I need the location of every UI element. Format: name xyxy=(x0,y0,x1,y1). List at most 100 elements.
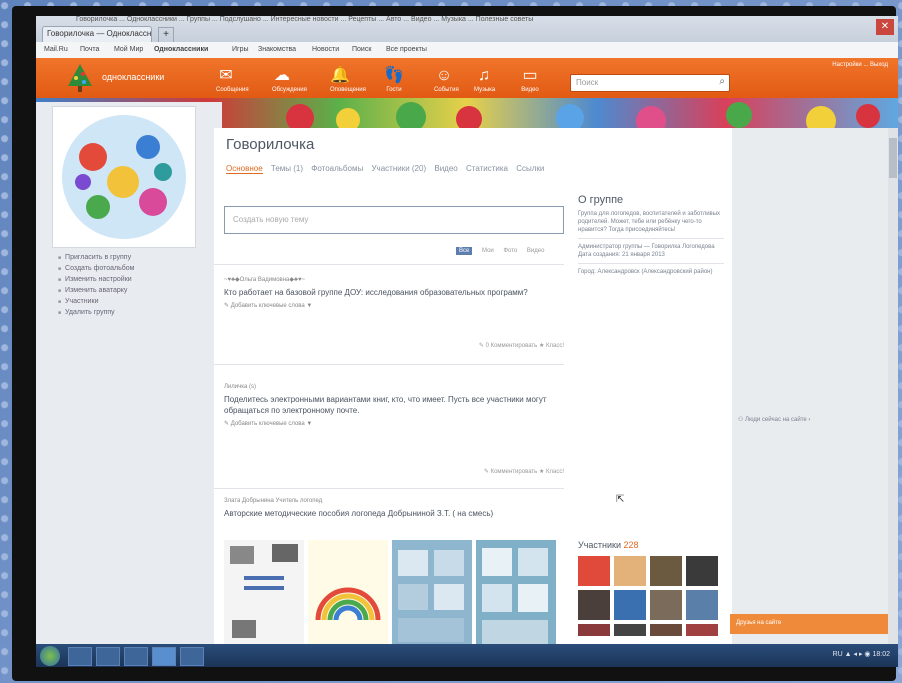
about-created: Дата создания: 21 января 2013 xyxy=(578,252,665,258)
menu-item-change-avatar[interactable]: Изменить аватарку xyxy=(58,285,134,296)
photo-thumbnail[interactable] xyxy=(308,540,388,650)
member-avatar[interactable] xyxy=(614,590,646,620)
menu-item-delete-group[interactable]: Удалить группу xyxy=(58,307,134,318)
system-tray[interactable]: RU ▲ ◂ ▸ ◉ 18:02 xyxy=(833,650,890,658)
bookmarks-bar: Mail.Ru Почта Мой Мир Одноклассники Игры… xyxy=(36,42,898,59)
tab-main[interactable]: Основное xyxy=(226,164,263,174)
group-avatar-image xyxy=(62,115,186,239)
member-avatar[interactable] xyxy=(578,590,610,620)
taskbar-app-icon[interactable] xyxy=(180,647,204,666)
group-tabs: Основное Темы (1) Фотоальбомы Участники … xyxy=(226,164,550,174)
scrollbar-thumb[interactable] xyxy=(889,138,897,178)
bookmark-item[interactable]: Mail.Ru xyxy=(44,46,68,53)
bookmark-item[interactable]: Поиск xyxy=(352,46,371,53)
post-text[interactable]: Авторские методические пособия логопеда … xyxy=(224,508,564,519)
friends-online-chat-bar[interactable]: Друзья на сайте xyxy=(730,614,888,634)
close-window-button[interactable]: ✕ xyxy=(876,19,894,35)
menu-item-settings[interactable]: Изменить настройки xyxy=(58,274,134,285)
browser-window: Говорилочка ... Одноклассники ... Группы… xyxy=(36,16,898,667)
taskbar-app-icon[interactable] xyxy=(96,647,120,666)
post-actions[interactable]: ✎ Комментировать ★ Класс! xyxy=(484,468,564,475)
search-icon[interactable]: ⌕ xyxy=(719,76,725,87)
feed-filters: Все Мои Фото Видео xyxy=(448,247,545,255)
start-button-icon[interactable] xyxy=(40,646,60,666)
mouse-cursor-icon: ⇱ xyxy=(616,494,625,505)
right-sidebar: ⚇ Люди сейчас на сайте › xyxy=(732,128,898,667)
add-keywords-link[interactable]: ✎ Добавить ключевые слова ▼ xyxy=(224,302,564,309)
people-online-link[interactable]: ⚇ Люди сейчас на сайте › xyxy=(738,416,810,423)
post-author[interactable]: Злата Добрынина Учитель логопед xyxy=(224,498,564,504)
post-actions[interactable]: ✎ 0 Комментировать ★ Класс! xyxy=(479,342,564,349)
new-topic-input[interactable]: Создать новую тему xyxy=(224,206,564,234)
member-avatar[interactable] xyxy=(650,590,682,620)
tab-topics[interactable]: Темы (1) xyxy=(271,164,303,173)
bookmark-item[interactable]: Новости xyxy=(312,46,339,53)
bookmark-item[interactable]: Игры xyxy=(232,46,249,53)
filter-video[interactable]: Видео xyxy=(527,248,545,254)
tab-stats[interactable]: Статистика xyxy=(466,164,508,173)
music-icon[interactable]: ♫ Музыка xyxy=(474,66,495,93)
member-avatar[interactable] xyxy=(614,624,646,636)
photo-thumbnail[interactable] xyxy=(476,540,556,650)
taskbar-app-icon[interactable] xyxy=(124,647,148,666)
filter-all[interactable]: Все xyxy=(456,247,473,255)
member-avatar[interactable] xyxy=(650,556,682,586)
top-right-links[interactable]: Настройки ... Выход xyxy=(832,62,888,68)
divider xyxy=(578,238,724,239)
member-avatar[interactable] xyxy=(686,556,718,586)
tab-members[interactable]: Участники (20) xyxy=(371,164,426,173)
tab-albums[interactable]: Фотоальбомы xyxy=(311,164,363,173)
events-icon[interactable]: ☺ События xyxy=(434,66,459,93)
site-navbar: одноклассники ✉ Сообщения ☁ Обсуждения 🔔 Оп… xyxy=(36,58,898,98)
taskbar-app-icon[interactable] xyxy=(68,647,92,666)
about-title: О группе xyxy=(578,194,624,206)
member-avatar[interactable] xyxy=(578,556,610,586)
taskbar-browser-icon[interactable] xyxy=(152,647,176,666)
bookmark-item[interactable]: Почта xyxy=(80,46,99,53)
main-content: Говорилочка Основное Темы (1) Фотоальбом… xyxy=(214,128,732,667)
page-scrollbar[interactable] xyxy=(888,128,898,667)
balloon-decoration xyxy=(856,104,880,128)
post-author[interactable]: ~♥♣◆Ольга Вадимовна◆♣♥~ xyxy=(224,276,564,283)
post-text[interactable]: Кто работает на базовой группе ДОУ: иссл… xyxy=(224,287,564,298)
bookmark-item[interactable]: Знакомства xyxy=(258,46,296,53)
member-avatar[interactable] xyxy=(686,590,718,620)
bookmark-item[interactable]: Мой Мир xyxy=(114,46,143,53)
notifications-icon[interactable]: 🔔 Оповещения xyxy=(330,66,366,93)
about-city[interactable]: Город: Александровск (Александровский ра… xyxy=(578,268,724,276)
monitor-frame: Говорилочка ... Одноклассники ... Группы… xyxy=(12,6,898,681)
add-keywords-link[interactable]: ✎ Добавить ключевые слова ▼ xyxy=(224,420,564,427)
filter-photo[interactable]: Фото xyxy=(503,248,517,254)
windows-taskbar: RU ▲ ◂ ▸ ◉ 18:02 xyxy=(36,644,898,667)
new-tab-button[interactable]: + xyxy=(158,27,174,43)
bookmark-item[interactable]: Все проекты xyxy=(386,46,427,53)
photo-thumbnail[interactable] xyxy=(224,540,304,650)
member-avatar[interactable] xyxy=(614,556,646,586)
group-actions-menu: Пригласить в группу Создать фотоальбом И… xyxy=(58,252,134,318)
about-admin[interactable]: Администратор группы — Говорилка Логопед… xyxy=(578,243,724,251)
menu-item-invite[interactable]: Пригласить в группу xyxy=(58,252,134,263)
member-avatar[interactable] xyxy=(650,624,682,636)
member-avatar[interactable] xyxy=(686,624,718,636)
messages-icon[interactable]: ✉ Сообщения xyxy=(216,66,249,93)
group-avatar[interactable] xyxy=(52,106,196,248)
members-title[interactable]: Участники 228 xyxy=(578,540,724,550)
photo-thumbnail[interactable] xyxy=(392,540,472,650)
members-panel: Участники 228 xyxy=(578,540,724,636)
bookmark-item[interactable]: Одноклассники xyxy=(154,46,208,53)
christmas-tree-logo-icon[interactable] xyxy=(66,62,94,94)
search-input[interactable]: Поиск ⌕ xyxy=(570,74,730,92)
menu-item-create-album[interactable]: Создать фотоальбом xyxy=(58,263,134,274)
menu-item-members[interactable]: Участники xyxy=(58,296,134,307)
filter-mine[interactable]: Мои xyxy=(482,248,494,254)
video-icon[interactable]: ▭ Видео xyxy=(520,66,540,93)
guests-icon[interactable]: 👣 Гости xyxy=(384,66,404,93)
group-title: Говорилочка xyxy=(226,136,315,153)
tab-links[interactable]: Ссылки xyxy=(516,164,544,173)
post-text[interactable]: Поделитесь электронными вариантами книг,… xyxy=(224,394,564,416)
post-author[interactable]: Лиличка (s) xyxy=(224,384,564,390)
tab-video[interactable]: Видео xyxy=(434,164,457,173)
member-avatar[interactable] xyxy=(578,624,610,636)
site-logo-text[interactable]: одноклассники xyxy=(102,72,164,82)
discussions-icon[interactable]: ☁ Обсуждения xyxy=(272,66,307,93)
